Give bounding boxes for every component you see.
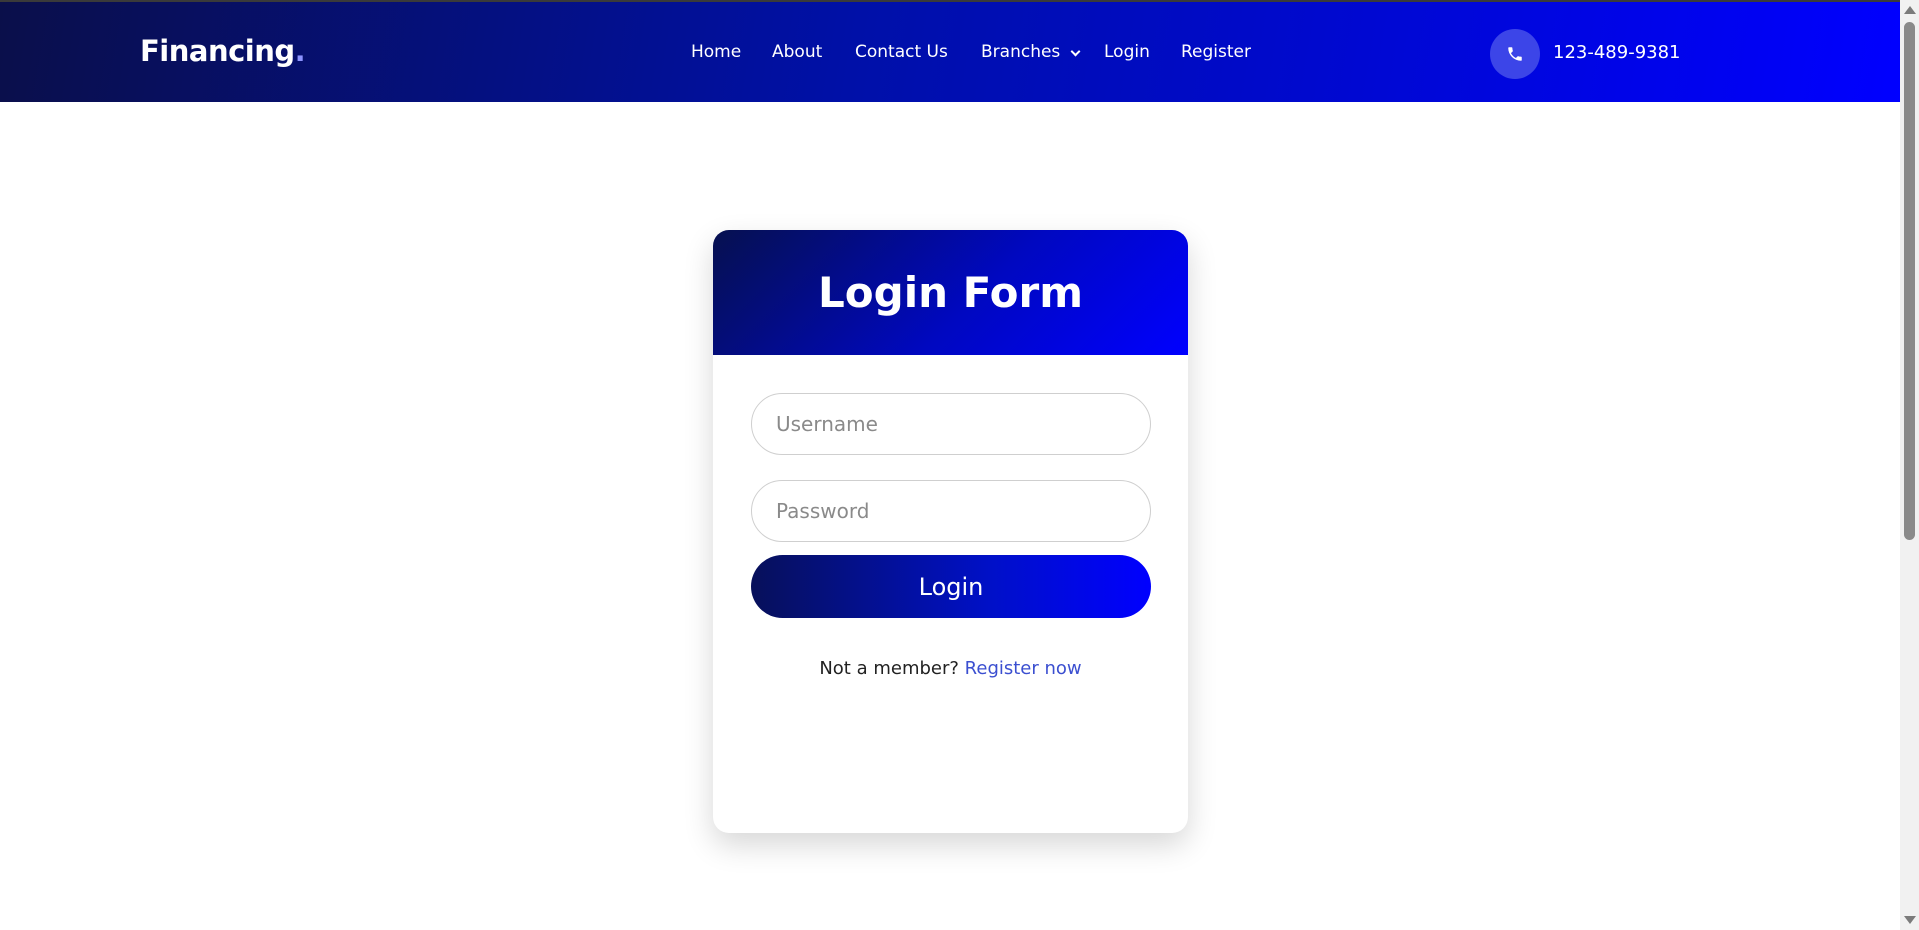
- nav-link-about[interactable]: About: [772, 42, 822, 62]
- nav-link-login[interactable]: Login: [1104, 42, 1150, 62]
- scroll-down-arrow-icon[interactable]: [1904, 916, 1916, 924]
- brand-dot: .: [294, 34, 306, 68]
- scroll-up-arrow-icon[interactable]: [1904, 6, 1916, 14]
- nav-link-home[interactable]: Home: [691, 42, 741, 62]
- register-now-link[interactable]: Register now: [965, 658, 1082, 679]
- brand-logo[interactable]: Financing.: [140, 34, 306, 68]
- phone-number[interactable]: 123-489-9381: [1553, 42, 1681, 63]
- nav-link-branches[interactable]: Branches: [981, 42, 1060, 62]
- signup-prompt-text: Not a member?: [819, 658, 959, 679]
- brand-name: Financing: [140, 34, 295, 68]
- login-card-header: Login Form: [713, 230, 1188, 355]
- login-form-title: Login Form: [818, 268, 1083, 317]
- signup-prompt: Not a member? Register now: [713, 658, 1188, 679]
- navbar: Financing. Home About Contact Us Branche…: [0, 2, 1900, 102]
- chevron-down-icon[interactable]: [1070, 46, 1081, 57]
- nav-link-contact-us[interactable]: Contact Us: [855, 42, 948, 62]
- scrollbar-thumb[interactable]: [1904, 22, 1915, 540]
- username-input[interactable]: [751, 393, 1151, 455]
- login-card: Login Form Login Not a member? Register …: [713, 230, 1188, 833]
- vertical-scrollbar[interactable]: [1900, 0, 1919, 930]
- nav-link-register[interactable]: Register: [1181, 42, 1251, 62]
- login-button[interactable]: Login: [751, 555, 1151, 618]
- phone-icon[interactable]: [1490, 29, 1540, 79]
- password-input[interactable]: [751, 480, 1151, 542]
